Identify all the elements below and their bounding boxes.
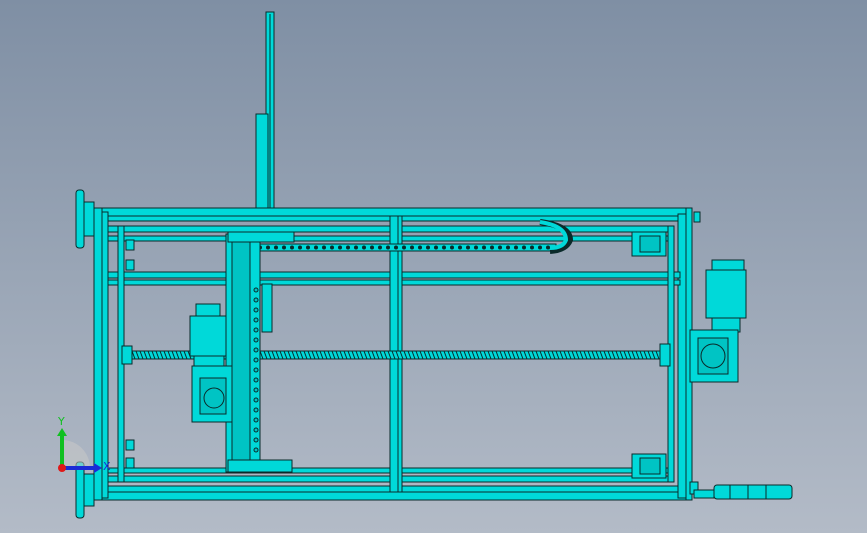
triad-x-label: X	[103, 460, 111, 473]
vertical-mast[interactable]	[255, 11, 275, 219]
cad-viewport[interactable]: Y X	[0, 0, 867, 533]
triad-y-label: Y	[58, 415, 65, 428]
mounting-flange-top[interactable]	[75, 189, 95, 249]
right-top-pulley[interactable]	[631, 231, 667, 257]
gantry-assembly-model[interactable]	[0, 0, 867, 533]
mounting-flange-bottom[interactable]	[75, 461, 95, 519]
right-servo-motor[interactable]	[689, 259, 747, 383]
right-bottom-pulley[interactable]	[631, 453, 667, 479]
linear-actuator[interactable]	[693, 484, 793, 500]
